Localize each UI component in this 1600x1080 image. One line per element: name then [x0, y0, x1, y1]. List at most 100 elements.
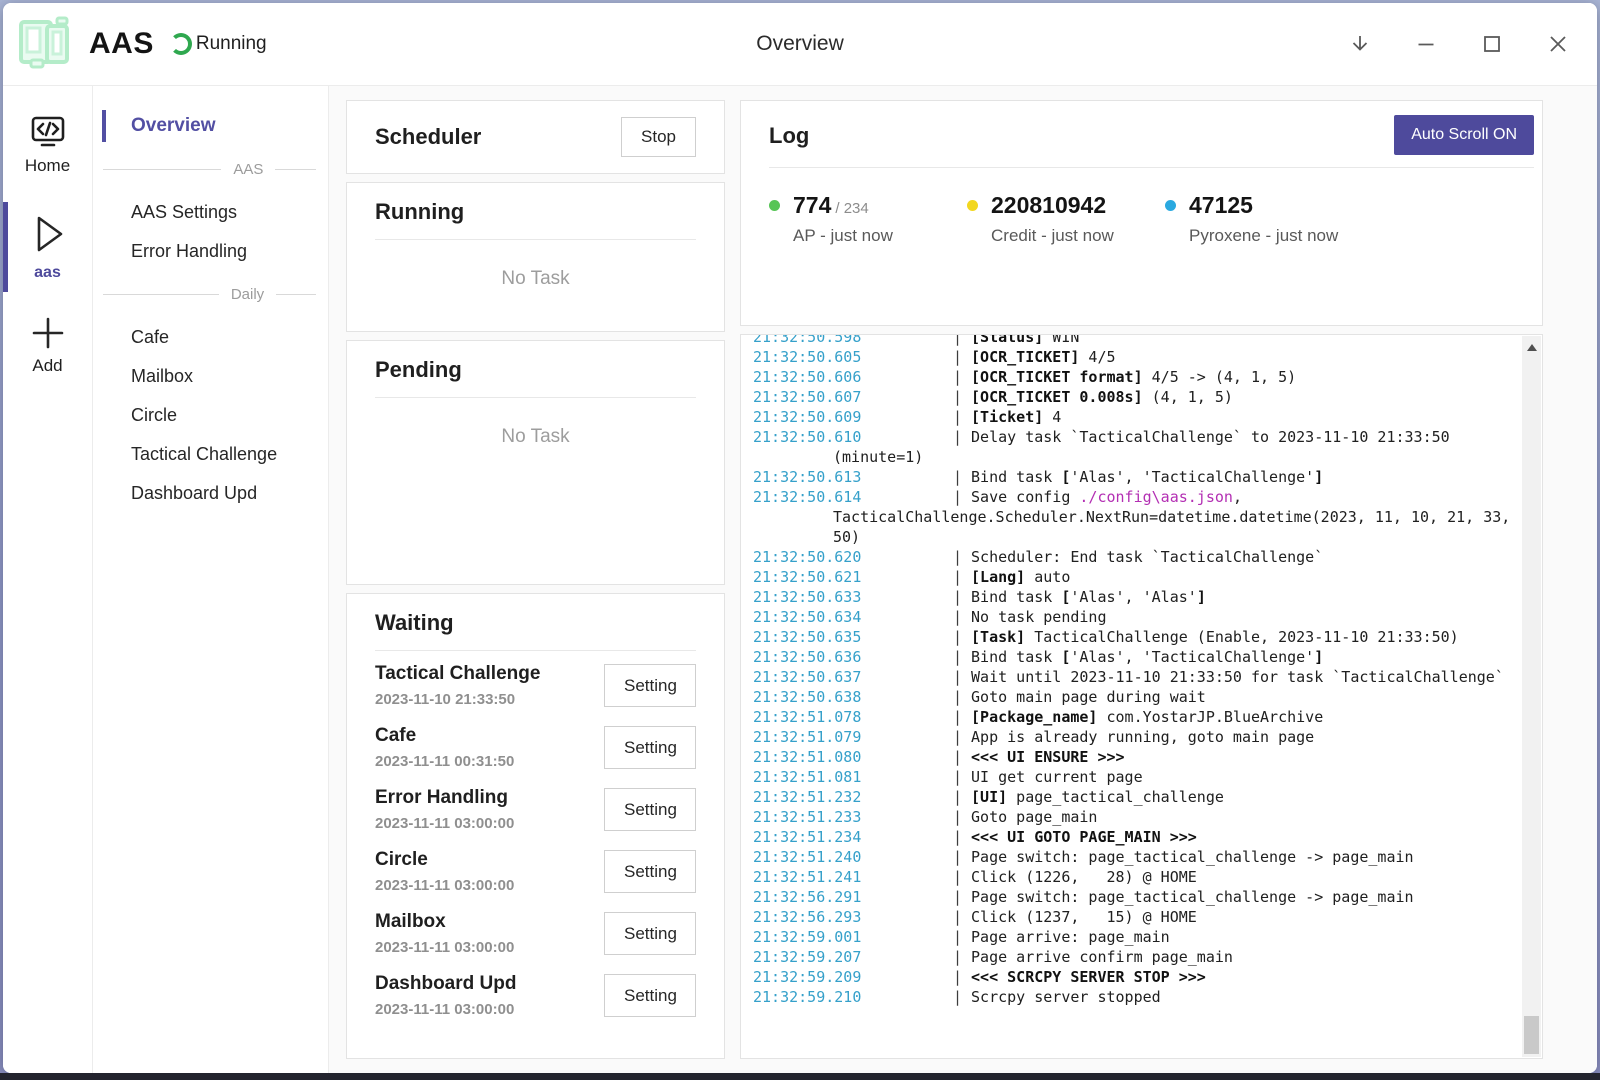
log-viewer: INFO21:32:50.598|[Status] WIN INFO21:32:… — [740, 334, 1543, 1059]
divider — [375, 397, 696, 398]
nav-item-aas-settings[interactable]: AAS Settings — [93, 193, 328, 232]
log-separator: | — [953, 628, 962, 646]
nav-item-overview[interactable]: Overview — [93, 106, 328, 146]
waiting-task-name: Cafe — [375, 725, 514, 747]
nav-item-error-handling[interactable]: Error Handling — [93, 232, 328, 271]
log-title: Log — [769, 123, 809, 149]
rail-item-add[interactable]: Add — [3, 306, 92, 388]
log-line: INFO21:32:50.610|Delay task `TacticalCha… — [753, 427, 1512, 467]
log-message: Bind task ['Alas', 'TacticalChallenge'] — [971, 648, 1323, 666]
scrollbar-thumb[interactable] — [1524, 1016, 1539, 1054]
rail-item-home[interactable]: Home — [3, 104, 92, 188]
waiting-task-info: Cafe 2023-11-11 00:31:50 — [375, 725, 514, 770]
log-timestamp: 21:32:50.620 — [833, 547, 953, 567]
minimize-icon[interactable] — [1413, 31, 1439, 57]
log-line: INFO21:32:50.634|No task pending — [753, 607, 1512, 627]
stat-value: 220810942 — [991, 192, 1106, 218]
log-timestamp: 21:32:56.291 — [833, 887, 953, 907]
log-timestamp: 21:32:51.079 — [833, 727, 953, 747]
setting-button[interactable]: Setting — [604, 788, 696, 831]
waiting-task-row: Tactical Challenge 2023-11-10 21:33:50 S… — [375, 663, 696, 708]
log-message: Wait until 2023-11-10 21:33:50 for task … — [971, 668, 1504, 686]
log-message: [Lang] auto — [971, 568, 1070, 586]
log-scrollbar[interactable] — [1522, 336, 1541, 1057]
setting-button[interactable]: Setting — [604, 726, 696, 769]
log-card: Log Auto Scroll ON 774/ 234 — [740, 100, 1543, 326]
divider — [375, 239, 696, 240]
log-separator: | — [953, 334, 962, 346]
log-timestamp: 21:32:50.614 — [833, 487, 953, 507]
waiting-task-info: Tactical Challenge 2023-11-10 21:33:50 — [375, 663, 540, 708]
log-line: INFO21:32:56.293|Click (1237, 15) @ HOME — [753, 907, 1512, 927]
log-timestamp: 21:32:50.605 — [833, 347, 953, 367]
waiting-task-info: Dashboard Upd 2023-11-11 03:00:00 — [375, 973, 516, 1018]
log-message: Bind task ['Alas', 'Alas'] — [971, 588, 1206, 606]
log-separator: | — [953, 568, 962, 586]
app-logo-icon — [13, 14, 77, 74]
nav-item-circle[interactable]: Circle — [93, 396, 328, 435]
stat-body: 220810942 Credit - just now — [991, 192, 1114, 246]
log-message: Goto main page during wait — [971, 688, 1206, 706]
log-separator: | — [953, 768, 962, 786]
log-separator: | — [953, 468, 962, 486]
waiting-task-name: Error Handling — [375, 787, 514, 809]
home-code-monitor-icon — [29, 114, 67, 150]
running-empty-text: No Task — [375, 268, 696, 290]
rail-item-aas[interactable]: aas — [3, 200, 92, 294]
log-timestamp: 21:32:50.635 — [833, 627, 953, 647]
setting-button[interactable]: Setting — [604, 664, 696, 707]
log-timestamp: 21:32:50.610 — [833, 427, 953, 447]
log-separator: | — [953, 588, 962, 606]
log-message: App is already running, goto main page — [971, 728, 1314, 746]
waiting-task-name: Tactical Challenge — [375, 663, 540, 685]
log-line: INFO21:32:50.636|Bind task ['Alas', 'Tac… — [753, 647, 1512, 667]
dashboard-stats: 774/ 234 AP - just now 2208109 — [769, 192, 1534, 246]
log-message: [Ticket] 4 — [971, 408, 1061, 426]
log-separator: | — [953, 428, 962, 446]
log-separator: | — [953, 908, 962, 926]
log-lines[interactable]: INFO21:32:50.598|[Status] WIN INFO21:32:… — [753, 334, 1512, 1007]
log-line: INFO21:32:51.080|<<< UI ENSURE >>> — [753, 747, 1512, 767]
running-title: Running — [375, 199, 696, 225]
waiting-task-row: Circle 2023-11-11 03:00:00 Setting — [375, 849, 696, 894]
running-spinner-icon — [170, 33, 192, 55]
log-message: <<< UI ENSURE >>> — [971, 748, 1125, 766]
log-separator: | — [953, 348, 962, 366]
stat-label: Pyroxene - just now — [1189, 226, 1338, 246]
log-line: INFO21:32:50.613|Bind task ['Alas', 'Tac… — [753, 467, 1512, 487]
nav-item-mailbox[interactable]: Mailbox — [93, 357, 328, 396]
log-line: INFO21:32:59.210|Scrcpy server stopped — [753, 987, 1512, 1007]
log-line: INFO21:32:50.638|Goto main page during w… — [753, 687, 1512, 707]
waiting-task-name: Dashboard Upd — [375, 973, 516, 995]
log-timestamp: 21:32:51.232 — [833, 787, 953, 807]
setting-button[interactable]: Setting — [604, 974, 696, 1017]
log-separator: | — [953, 608, 962, 626]
download-update-icon[interactable] — [1347, 31, 1373, 57]
setting-button[interactable]: Setting — [604, 850, 696, 893]
log-message: [Package_name] com.YostarJP.BlueArchive — [971, 708, 1323, 726]
log-message: [OCR_TICKET] 4/5 — [971, 348, 1116, 366]
icon-rail: Home aas Add — [3, 86, 93, 1073]
stop-button[interactable]: Stop — [621, 117, 696, 157]
close-icon[interactable] — [1545, 31, 1571, 57]
setting-button[interactable]: Setting — [604, 912, 696, 955]
log-timestamp: 21:32:51.080 — [833, 747, 953, 767]
auto-scroll-button[interactable]: Auto Scroll ON — [1394, 115, 1534, 155]
log-timestamp: 21:32:51.081 — [833, 767, 953, 787]
log-line: INFO21:32:50.633|Bind task ['Alas', 'Ala… — [753, 587, 1512, 607]
waiting-task-info: Mailbox 2023-11-11 03:00:00 — [375, 911, 514, 956]
stat-value: 47125 — [1189, 192, 1253, 218]
log-header: Log Auto Scroll ON — [769, 115, 1534, 155]
nav-item-cafe[interactable]: Cafe — [93, 318, 328, 357]
scheduler-card: Scheduler Stop — [346, 100, 725, 174]
nav-item-tactical-challenge[interactable]: Tactical Challenge — [93, 435, 328, 474]
desktop-edge — [0, 1073, 1600, 1080]
scroll-up-arrow-icon[interactable] — [1527, 344, 1537, 351]
nav-menu: Overview AAS AAS Settings Error Handling… — [93, 86, 329, 1073]
maximize-icon[interactable] — [1479, 31, 1505, 57]
log-message: [OCR_TICKET format] 4/5 -> (4, 1, 5) — [971, 368, 1296, 386]
nav-item-dashboard-upd[interactable]: Dashboard Upd — [93, 474, 328, 513]
brand: AAS Running — [13, 14, 267, 74]
log-message: [Status] WIN — [971, 334, 1079, 346]
log-message: No task pending — [971, 608, 1106, 626]
